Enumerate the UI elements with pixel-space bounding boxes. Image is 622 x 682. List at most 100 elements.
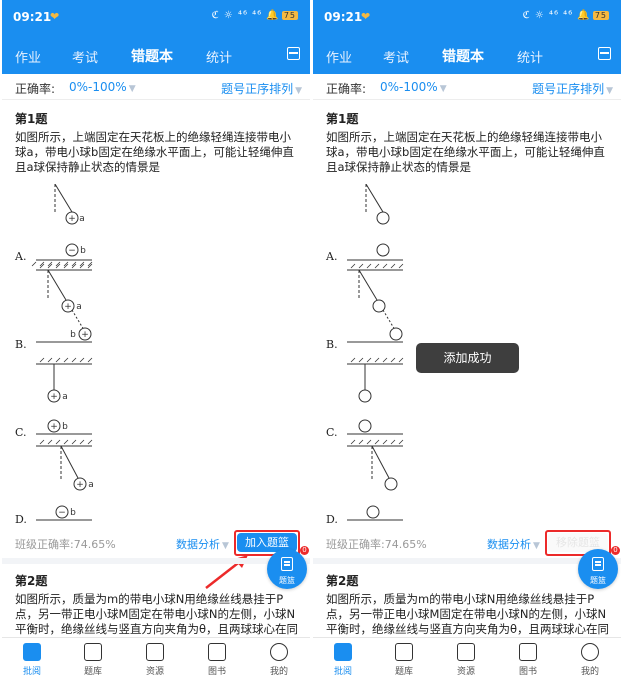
string-a xyxy=(54,184,73,213)
nav-books-label: 图书 xyxy=(207,667,226,677)
nav-profile[interactable]: 我的 xyxy=(565,643,615,677)
tab-wrong-book[interactable]: 错题本 xyxy=(442,46,484,66)
basket-count-badge: 0 xyxy=(611,546,620,555)
review-icon xyxy=(334,643,352,661)
sort-label: 题号正序排列 xyxy=(532,82,605,96)
option-d-label: D. xyxy=(326,513,338,526)
label-a: a xyxy=(76,302,82,312)
status-time: 09:21 xyxy=(13,10,52,24)
tab-statistics[interactable]: 统计 xyxy=(206,47,232,66)
question-basket-fab[interactable]: 题篮 0 xyxy=(267,546,309,589)
data-analysis-link[interactable]: 数据分析 ▼ xyxy=(176,536,229,552)
class-accuracy: 班级正确率:74.65% xyxy=(326,538,427,551)
sign-plus: + xyxy=(64,302,72,312)
nav-question-bank-label: 题库 xyxy=(394,667,413,677)
label-a: a xyxy=(79,214,85,224)
caret-down-icon: ▼ xyxy=(606,86,613,96)
option-d-label: D. xyxy=(15,513,27,526)
question-list: 第1题 如图所示，上端固定在天花板上的绝缘轻绳连接带电小球a，带电小球b固定在绝… xyxy=(2,100,310,637)
question-1-text: 如图所示，上端固定在天花板上的绝缘轻绳连接带电小球a，带电小球b固定在绝缘水平面… xyxy=(326,130,605,174)
tab-statistics[interactable]: 统计 xyxy=(517,47,543,66)
phone-before: 09:21 ❤ ℭ ☼ ⁴⁶ ⁴⁶ 🔔 75 作业 考试 错题本 统计 正确率: … xyxy=(2,0,310,682)
data-analysis-label: 数据分析 xyxy=(176,538,220,551)
phone-after: 09:21 ❤ ℭ ☼ ⁴⁶ ⁴⁶ 🔔 75 作业 考试 错题本 统计 正确率: … xyxy=(313,0,621,682)
accuracy-value: 0%-100% xyxy=(380,80,438,94)
nav-books[interactable]: 图书 xyxy=(503,643,553,677)
caret-down-icon: ▼ xyxy=(533,541,540,551)
nav-review[interactable]: 批阅 xyxy=(318,643,368,677)
top-nav: 作业 考试 错题本 统计 xyxy=(2,36,310,74)
option-a-label: A. xyxy=(326,250,338,263)
signal-icons: ℭ ☼ ⁴⁶ ⁴⁶ 🔔 xyxy=(522,10,591,21)
resources-icon xyxy=(146,643,164,661)
basket-label: 题篮 xyxy=(279,576,295,585)
accuracy-filter[interactable]: 0%-100% ▼ xyxy=(69,80,136,94)
question-basket-fab[interactable]: 题篮 0 xyxy=(578,546,620,589)
sort-label: 题号正序排列 xyxy=(221,82,294,96)
class-accuracy: 班级正确率:74.65% xyxy=(15,538,116,551)
string-d xyxy=(60,445,79,479)
option-a-label: A. xyxy=(15,250,27,263)
question-2-text: 如图所示，质量为m的带电小球N用绝缘丝线悬挂于P点，另一带正电小球M固定在带电小… xyxy=(15,592,299,636)
nav-books[interactable]: 图书 xyxy=(192,643,242,677)
label-b: b xyxy=(62,422,68,432)
success-toast: 添加成功 xyxy=(416,343,519,373)
tab-homework[interactable]: 作业 xyxy=(15,47,41,66)
books-icon xyxy=(519,643,537,661)
sign-plus: + xyxy=(81,330,89,340)
question-1-figures: + a − b + a + b + a + b + a − b xyxy=(31,184,94,521)
label-b: b xyxy=(70,508,76,518)
nav-question-bank[interactable]: 题库 xyxy=(68,643,118,677)
nav-resources-label: 资源 xyxy=(145,667,164,677)
caret-down-icon: ▼ xyxy=(128,84,136,94)
caret-down-icon: ▼ xyxy=(295,86,302,96)
sign-minus: − xyxy=(68,246,76,256)
nav-profile[interactable]: 我的 xyxy=(254,643,304,677)
label-a: a xyxy=(62,392,68,402)
scan-icon[interactable] xyxy=(598,47,611,60)
tab-exam[interactable]: 考试 xyxy=(72,47,98,66)
status-icons: ℭ ☼ ⁴⁶ ⁴⁶ 🔔 75 xyxy=(212,10,298,21)
basket-icon xyxy=(592,557,604,571)
signal-icons: ℭ ☼ ⁴⁶ ⁴⁶ 🔔 xyxy=(211,10,280,21)
status-bar: 09:21 ❤ ℭ ☼ ⁴⁶ ⁴⁶ 🔔 75 xyxy=(2,0,310,36)
books-icon xyxy=(208,643,226,661)
label-b: b xyxy=(80,246,86,256)
tab-homework[interactable]: 作业 xyxy=(326,47,352,66)
tab-exam[interactable]: 考试 xyxy=(383,47,409,66)
accuracy-label: 正确率: xyxy=(326,82,367,96)
nav-resources[interactable]: 资源 xyxy=(130,643,180,677)
option-b-label: B. xyxy=(326,338,338,351)
question-2-title: 第2题 xyxy=(326,574,359,588)
bottom-nav: 批阅 题库 资源 图书 我的 xyxy=(313,637,621,682)
separator xyxy=(313,558,621,564)
accuracy-label: 正确率: xyxy=(15,82,56,96)
nav-review[interactable]: 批阅 xyxy=(7,643,57,677)
option-c-label: C. xyxy=(326,426,338,439)
sign-minus: − xyxy=(58,508,66,518)
status-icons: ℭ ☼ ⁴⁶ ⁴⁶ 🔔 75 xyxy=(523,10,609,21)
accuracy-value: 0%-100% xyxy=(69,80,127,94)
scan-icon[interactable] xyxy=(287,47,300,60)
sort-dropdown[interactable]: 题号正序排列 ▼ xyxy=(532,80,613,97)
profile-icon xyxy=(581,643,599,661)
data-analysis-link[interactable]: 数据分析 ▼ xyxy=(487,536,540,552)
option-b-label: B. xyxy=(15,338,27,351)
nav-review-label: 批阅 xyxy=(22,667,41,677)
tab-wrong-book[interactable]: 错题本 xyxy=(131,46,173,66)
nav-profile-label: 我的 xyxy=(580,667,599,677)
caret-down-icon: ▼ xyxy=(222,541,229,551)
heart-icon: ❤ xyxy=(361,10,371,23)
label-b: b xyxy=(70,330,76,340)
data-analysis-label: 数据分析 xyxy=(487,538,531,551)
bottom-nav: 批阅 题库 资源 图书 我的 xyxy=(2,637,310,682)
battery-icon: 75 xyxy=(281,11,298,20)
question-2-text: 如图所示，质量为m的带电小球N用绝缘丝线悬挂于P点，另一带正电小球M固定在带电小… xyxy=(326,592,610,636)
sign-plus: + xyxy=(76,480,84,490)
nav-question-bank[interactable]: 题库 xyxy=(379,643,429,677)
sort-dropdown[interactable]: 题号正序排列 ▼ xyxy=(221,80,302,97)
accuracy-filter[interactable]: 0%-100% ▼ xyxy=(380,80,447,94)
nav-resources[interactable]: 资源 xyxy=(441,643,491,677)
question-1-text: 如图所示，上端固定在天花板上的绝缘轻绳连接带电小球a，带电小球b固定在绝缘水平面… xyxy=(15,130,294,174)
separator xyxy=(2,558,310,564)
